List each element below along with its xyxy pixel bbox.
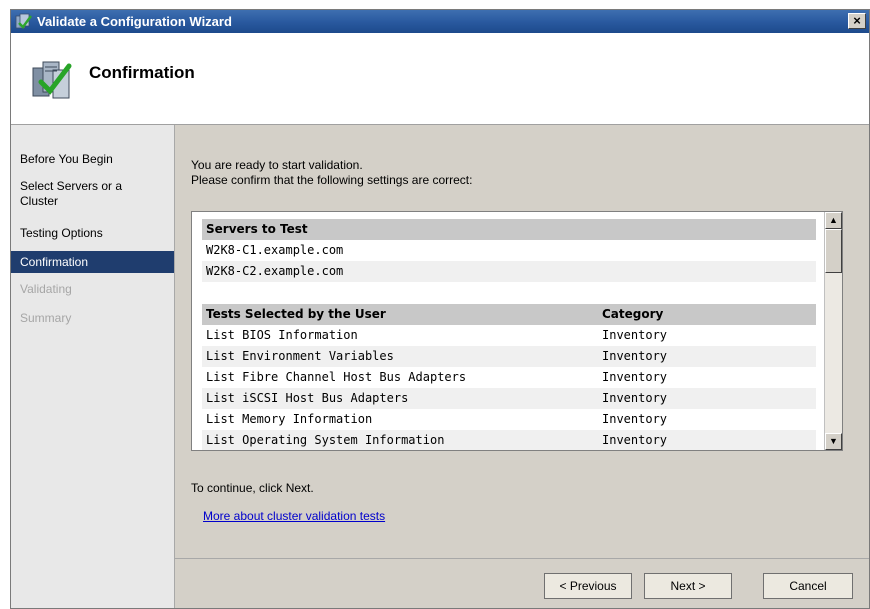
scroll-up-button[interactable]: ▲ bbox=[825, 212, 842, 229]
continue-text: To continue, click Next. bbox=[191, 481, 314, 495]
tests-header: Tests Selected by the User bbox=[206, 307, 386, 321]
category-header: Category bbox=[602, 307, 664, 321]
test-row: List Environment Variables Inventory bbox=[202, 346, 816, 367]
cancel-button[interactable]: Cancel bbox=[763, 573, 853, 599]
test-row: List iSCSI Host Bus Adapters Inventory bbox=[202, 388, 816, 409]
close-icon: × bbox=[853, 13, 861, 28]
close-button[interactable]: × bbox=[848, 13, 866, 29]
wizard-icon bbox=[15, 13, 32, 29]
arrow-down-icon: ▼ bbox=[829, 436, 838, 446]
test-category: Inventory bbox=[602, 433, 668, 447]
wizard-content: You are ready to start validation. Pleas… bbox=[175, 125, 869, 608]
test-name: List BIOS Information bbox=[206, 328, 358, 342]
server-name: W2K8-C2.example.com bbox=[206, 264, 344, 278]
test-name: List Environment Variables bbox=[206, 349, 394, 363]
wizard-window: Validate a Configuration Wizard × Confir… bbox=[10, 9, 870, 609]
test-name: List iSCSI Host Bus Adapters bbox=[206, 391, 409, 405]
wizard-header: Confirmation bbox=[11, 33, 869, 125]
validation-help-link[interactable]: More about cluster validation tests bbox=[203, 509, 385, 523]
title-bar[interactable]: Validate a Configuration Wizard × bbox=[11, 10, 869, 33]
test-name: List Fibre Channel Host Bus Adapters bbox=[206, 370, 467, 384]
settings-listbox[interactable]: Servers to Test W2K8-C1.example.com W2K8… bbox=[191, 211, 843, 451]
step-confirmation[interactable]: Confirmation bbox=[11, 251, 174, 273]
footer-divider bbox=[175, 558, 869, 559]
page-title: Confirmation bbox=[89, 63, 195, 82]
step-before-you-begin[interactable]: Before You Begin bbox=[11, 152, 174, 167]
test-category: Inventory bbox=[602, 328, 668, 342]
scroll-thumb[interactable] bbox=[825, 229, 842, 273]
step-validating: Validating bbox=[20, 282, 72, 296]
test-row: List Memory Information Inventory bbox=[202, 409, 816, 430]
servers-header-row: Servers to Test bbox=[202, 219, 816, 240]
next-button[interactable]: Next > bbox=[644, 573, 732, 599]
server-row: W2K8-C2.example.com bbox=[202, 261, 816, 282]
test-row: List BIOS Information Inventory bbox=[202, 325, 816, 346]
test-name: List Memory Information bbox=[206, 412, 373, 426]
previous-button[interactable]: < Previous bbox=[544, 573, 632, 599]
arrow-up-icon: ▲ bbox=[829, 215, 838, 225]
test-row: List Fibre Channel Host Bus Adapters Inv… bbox=[202, 367, 816, 388]
cluster-validate-icon bbox=[32, 61, 72, 99]
step-summary: Summary bbox=[20, 311, 72, 325]
servers-header: Servers to Test bbox=[206, 222, 308, 236]
test-category: Inventory bbox=[602, 391, 668, 405]
intro-text-line1: You are ready to start validation. bbox=[191, 158, 363, 172]
tests-header-row: Tests Selected by the User Category bbox=[202, 304, 816, 325]
test-row: List Operating System Information Invent… bbox=[202, 430, 816, 450]
test-name: List Operating System Information bbox=[206, 433, 445, 447]
scroll-down-button[interactable]: ▼ bbox=[825, 433, 842, 450]
test-category: Inventory bbox=[602, 370, 668, 384]
server-name: W2K8-C1.example.com bbox=[206, 243, 344, 257]
window-title: Validate a Configuration Wizard bbox=[37, 14, 232, 29]
step-select-servers[interactable]: Select Servers or a Cluster bbox=[11, 179, 161, 209]
test-category: Inventory bbox=[602, 349, 668, 363]
step-testing-options[interactable]: Testing Options bbox=[11, 226, 174, 241]
intro-text-line2: Please confirm that the following settin… bbox=[191, 173, 473, 187]
vertical-scrollbar[interactable]: ▲ ▼ bbox=[824, 212, 842, 450]
wizard-steps-sidebar: Before You Begin Select Servers or a Clu… bbox=[11, 125, 175, 608]
test-category: Inventory bbox=[602, 412, 668, 426]
server-row: W2K8-C1.example.com bbox=[202, 240, 816, 261]
